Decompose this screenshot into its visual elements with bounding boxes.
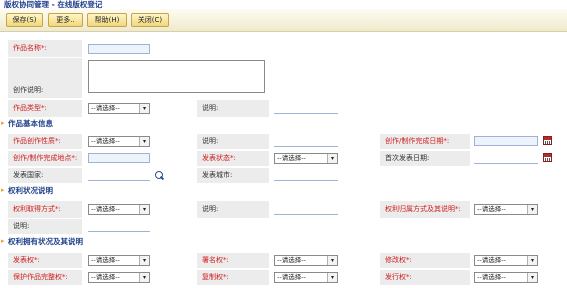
publish-right-label: 发表权*: (8, 253, 82, 268)
acquire-label: 权利取得方式*: (8, 201, 82, 218)
chevron-down-icon[interactable]: ▾ (327, 273, 337, 282)
ownership-note-row: 说明: (0, 219, 567, 234)
publish-city-label: 发表城市: (197, 168, 269, 183)
publish-city-input[interactable] (274, 171, 338, 181)
section-rights-status-title: 权利状况说明 (8, 186, 53, 195)
description-row: 创作说明: (0, 58, 567, 98)
calendar-icon[interactable] (543, 136, 552, 145)
nature-note-label: 说明: (197, 134, 269, 149)
section-basic-info: ▸ 作品基本信息 (0, 118, 567, 129)
modify-right-label: 修改权*: (380, 253, 470, 268)
publish-country-label: 发表国家: (8, 168, 82, 183)
more-button[interactable]: 更多.. (48, 13, 83, 27)
work-type-label: 作品类型*: (8, 100, 82, 117)
ownership-note-label: 说明: (8, 219, 82, 234)
completion-place-label: 创作/制作完成地点*: (8, 151, 82, 166)
attribution-right-select[interactable]: --请选择-- ▾ (274, 255, 338, 266)
first-publish-date-label: 首次发表日期: (380, 151, 470, 166)
description-label: 创作说明: (8, 58, 82, 98)
publish-country-input[interactable] (88, 171, 150, 181)
publish-right-value: --请选择-- (91, 256, 120, 264)
integrity-right-select[interactable]: --请选择-- ▾ (88, 272, 150, 283)
work-type-note-label: 说明: (197, 100, 269, 117)
nature-note-input[interactable] (274, 137, 338, 147)
integrity-right-value: --请选择-- (91, 273, 120, 281)
close-button[interactable]: 关闭(C) (131, 13, 169, 27)
modify-right-select[interactable]: --请选择-- ▾ (474, 255, 538, 266)
publish-location-row: 发表国家: 发表城市: (0, 168, 567, 183)
nature-row: 作品创作性质*: --请选择-- ▾ 说明: 创作/制作完成日期*: (0, 134, 567, 149)
acquire-note-input[interactable] (274, 205, 338, 215)
section-basic-info-title: 作品基本信息 (8, 119, 53, 128)
first-publish-date-input[interactable] (474, 154, 538, 164)
section-rights-status: ▸ 权利状况说明 (0, 185, 567, 196)
ownership-select[interactable]: --请选择-- ▾ (474, 204, 538, 215)
window-title: 版权协同管理 - 在线版权登记 (0, 0, 567, 9)
acquire-select[interactable]: --请选择-- ▾ (88, 204, 150, 215)
work-type-value: --请选择-- (91, 104, 120, 112)
chevron-down-icon[interactable]: ▾ (527, 256, 537, 265)
ownership-label: 权利归属方式及其说明*: (380, 201, 470, 218)
work-type-row: 作品类型*: --请选择-- ▾ 说明: (0, 100, 567, 117)
calendar-icon[interactable] (543, 153, 552, 162)
nature-label: 作品创作性质*: (8, 134, 82, 149)
rights-row-1: 发表权*: --请选择-- ▾ 署名权*: --请选择-- ▾ 修改权*: --… (0, 253, 567, 268)
chevron-down-icon[interactable]: ▾ (139, 273, 149, 282)
work-type-select[interactable]: --请选择-- ▾ (88, 103, 150, 114)
distribution-right-select[interactable]: --请选择-- ▾ (474, 272, 538, 283)
reproduction-right-value: --请选择-- (277, 273, 306, 281)
chevron-down-icon[interactable]: ▾ (327, 256, 337, 265)
section-arrow-icon: ▸ (1, 237, 5, 245)
chevron-down-icon[interactable]: ▾ (327, 154, 337, 163)
integrity-right-label: 保护作品完整权*: (8, 270, 82, 285)
attribution-right-value: --请选择-- (277, 256, 306, 264)
chevron-down-icon[interactable]: ▾ (527, 273, 537, 282)
description-textarea[interactable] (88, 60, 265, 93)
distribution-right-label: 发行权*: (380, 270, 470, 285)
section-arrow-icon: ▸ (1, 119, 5, 127)
completion-place-input[interactable] (88, 153, 150, 163)
section-rights-owned-title: 权利拥有状况及其说明 (8, 237, 83, 246)
publish-right-select[interactable]: --请选择-- ▾ (88, 255, 150, 266)
chevron-down-icon[interactable]: ▾ (139, 104, 149, 113)
publish-status-label: 发表状态*: (197, 151, 269, 166)
toolbar: 保存(S) 更多.. 帮助(H) 关闭(C) (0, 9, 567, 32)
chevron-down-icon[interactable]: ▾ (139, 205, 149, 214)
completion-place-row: 创作/制作完成地点*: 发表状态*: --请选择-- ▾ 首次发表日期: (0, 151, 567, 166)
section-arrow-icon: ▸ (1, 186, 5, 194)
completion-date-label: 创作/制作完成日期*: (380, 134, 470, 149)
acquire-value: --请选择-- (91, 205, 120, 213)
rights-row-2: 保护作品完整权*: --请选择-- ▾ 复制权*: --请选择-- ▾ 发行权*… (0, 270, 567, 285)
attribution-right-label: 署名权*: (197, 253, 269, 268)
distribution-right-value: --请选择-- (477, 273, 506, 281)
reproduction-right-select[interactable]: --请选择-- ▾ (274, 272, 338, 283)
chevron-down-icon[interactable]: ▾ (139, 256, 149, 265)
modify-right-value: --请选择-- (477, 256, 506, 264)
publish-status-value: --请选择-- (277, 154, 306, 162)
work-name-label: 作品名称*: (8, 40, 82, 57)
work-name-row: 作品名称*: (0, 40, 567, 57)
reproduction-right-label: 复制权*: (197, 270, 269, 285)
nature-select[interactable]: --请选择-- ▾ (88, 136, 150, 147)
search-icon[interactable] (155, 171, 164, 180)
nature-value: --请选择-- (91, 137, 120, 145)
work-type-note-input[interactable] (274, 104, 338, 114)
work-name-input[interactable] (88, 44, 150, 54)
acquire-note-label: 说明: (197, 201, 269, 218)
chevron-down-icon[interactable]: ▾ (527, 205, 537, 214)
publish-status-select[interactable]: --请选择-- ▾ (274, 153, 338, 164)
ownership-note-input[interactable] (88, 222, 150, 232)
section-rights-owned: ▸ 权利拥有状况及其说明 (0, 236, 567, 247)
save-button[interactable]: 保存(S) (6, 13, 43, 27)
acquire-row: 权利取得方式*: --请选择-- ▾ 说明: 权利归属方式及其说明*: --请选… (0, 201, 567, 218)
help-button[interactable]: 帮助(H) (87, 13, 127, 27)
chevron-down-icon[interactable]: ▾ (139, 137, 149, 146)
completion-date-input[interactable] (474, 136, 538, 146)
ownership-value: --请选择-- (477, 205, 506, 213)
